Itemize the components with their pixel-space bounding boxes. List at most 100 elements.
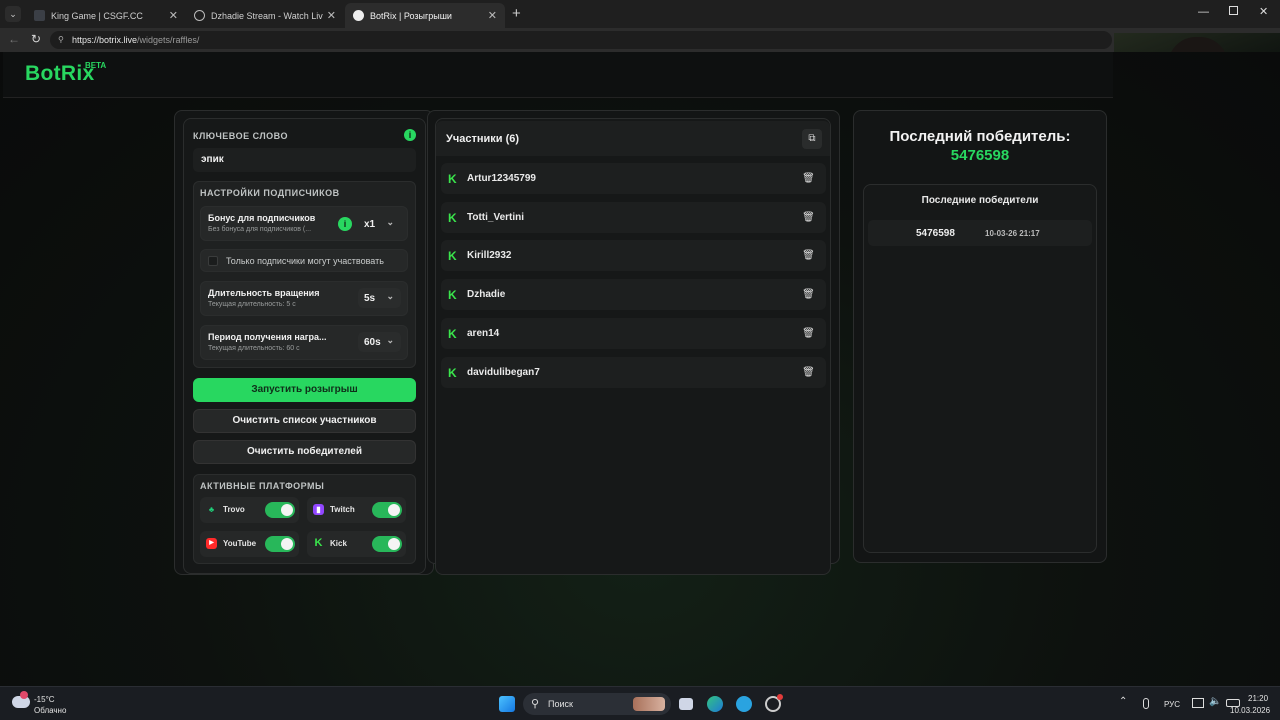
claim-period-description: Текущая длительность: 60 с (208, 345, 300, 352)
new-tab-plus-icon[interactable]: + (512, 5, 521, 22)
tab-list-chevron-icon[interactable]: ⌄ (5, 6, 21, 22)
participant-name: davidulibegan7 (467, 366, 540, 378)
app-notification-dot (777, 694, 783, 700)
trash-icon[interactable]: 🗑 (799, 208, 818, 227)
kick-icon: K (448, 326, 457, 341)
back-arrow-icon[interactable]: ← (8, 32, 20, 46)
spin-duration-value: 5s (364, 293, 376, 304)
keyword-input[interactable]: эпик (193, 148, 416, 172)
claim-period-value: 60s (364, 337, 381, 348)
telegram-icon[interactable] (736, 696, 752, 712)
site-info-icon[interactable]: ⚲ (58, 35, 64, 44)
platform-name: Trovo (223, 505, 245, 514)
clock-time[interactable]: 21:20 (1248, 694, 1268, 703)
kick-icon: K (314, 537, 323, 549)
task-view-icon[interactable] (679, 698, 693, 710)
kick-icon: K (448, 288, 457, 303)
copy-icon[interactable]: ⧉ (802, 129, 822, 149)
browser-tab-bar: ⌄ King Game | CSGF.CC ✕ Dzhadie Stream -… (0, 0, 1280, 28)
bonus-info-icon[interactable]: i (338, 217, 352, 231)
close-icon[interactable]: ✕ (169, 9, 178, 22)
weather-desc: Облачно (34, 706, 67, 715)
taskbar-search-label: Поиск (548, 699, 573, 709)
browser-address-bar: ← ↻ ⚲ https://botrix.live/widgets/raffle… (0, 28, 1280, 52)
platform-name: YouTube (223, 539, 257, 548)
participant-row: Kdavidulibegan7 🗑 (441, 356, 826, 388)
trash-icon[interactable]: 🗑 (799, 169, 818, 188)
youtube-toggle[interactable] (265, 536, 295, 552)
restore-icon[interactable] (1229, 6, 1238, 15)
platform-name: Twitch (330, 505, 355, 514)
windows-start-icon[interactable] (499, 696, 515, 712)
chevron-down-icon: ⌄ (386, 217, 394, 227)
participant-name: Totti_Vertini (467, 211, 525, 223)
recent-winner-row: 5476598 10-03-26 21:17 (868, 220, 1092, 246)
tab-botrix-raffles[interactable]: BotRix | Розыгрыши ✕ (345, 3, 505, 28)
beta-badge: BETA (85, 61, 107, 70)
trovo-icon: ♣ (208, 505, 215, 514)
spin-duration-select[interactable]: 5s ⌄ (358, 288, 401, 308)
kick-toggle[interactable] (372, 536, 402, 552)
kick-icon: K (448, 172, 457, 186)
weather-temp: -15°C (34, 695, 55, 704)
clear-winners-button[interactable]: Очистить победителей (193, 440, 416, 464)
site-header: BotRix BETA (3, 52, 1113, 98)
spin-duration-label: Длительность вращения (208, 288, 320, 298)
language-indicator[interactable]: РУС (1164, 700, 1180, 709)
spin-duration-description: Текущая длительность: 5 с (208, 301, 296, 308)
trovo-toggle[interactable] (265, 502, 295, 518)
edge-browser-icon[interactable] (707, 696, 723, 712)
chevron-down-icon: ⌄ (386, 291, 394, 301)
url-field[interactable]: ⚲ https://botrix.live/widgets/raffles/ (50, 31, 1112, 49)
tab-favicon (34, 10, 45, 21)
participants-title: Участники (6) (446, 133, 520, 145)
bonus-select-value: x1 (364, 219, 376, 230)
clock-date[interactable]: 10.03.2026 (1230, 706, 1270, 715)
search-icon: ⚲ (531, 698, 540, 710)
tab-king-game[interactable]: King Game | CSGF.CC ✕ (26, 3, 186, 28)
bonus-select[interactable]: x1 ⌄ (358, 214, 401, 234)
platform-kick: K Kick (307, 531, 406, 557)
window-close-icon[interactable]: ✕ (1259, 5, 1268, 18)
start-raffle-button[interactable]: Запустить розыгрыш (193, 378, 416, 402)
participant-row: K Artur12345799 🗑 (441, 163, 826, 194)
subs-only-checkbox[interactable] (208, 256, 218, 266)
participant-name: Artur12345799 (467, 173, 536, 184)
tab-dzhadie-stream[interactable]: Dzhadie Stream - Watch Live on K ✕ (186, 3, 344, 28)
claim-period-label: Период получения награ... (208, 332, 327, 342)
reload-icon[interactable]: ↻ (31, 32, 41, 46)
chevron-up-icon[interactable]: ⌃ (1119, 696, 1127, 707)
recent-winners-title: Последние победители (921, 195, 1039, 206)
microphone-icon[interactable] (1143, 698, 1149, 709)
recent-winner-name: 5476598 (916, 228, 955, 239)
participant-row: K Dzhadie 🗑 (441, 279, 826, 311)
participant-name: Kirill2932 (467, 250, 512, 262)
tab-title: BotRix | Розыгрыши (370, 10, 452, 21)
twitch-icon: ▮ (313, 504, 324, 515)
weather-alert-badge (20, 691, 28, 699)
youtube-icon: ▶ (206, 538, 217, 549)
platform-youtube: ▶ YouTube (200, 531, 299, 557)
twitch-toggle[interactable] (372, 502, 402, 518)
platform-name: Kick (330, 539, 347, 548)
trash-icon[interactable]: 🗑 (799, 363, 818, 382)
url-host: https://botrix.live (72, 35, 138, 45)
keyword-info-icon[interactable]: i (404, 129, 416, 141)
taskbar-search[interactable]: ⚲ Поиск (523, 693, 671, 715)
volume-icon[interactable]: 🔈 (1209, 696, 1221, 707)
chevron-down-icon: ⌄ (386, 335, 394, 345)
minimize-icon[interactable]: — (1198, 6, 1209, 18)
kick-icon: K (448, 210, 457, 225)
trash-icon[interactable]: 🗑 (799, 324, 818, 343)
bonus-description: Без бонуса для подписчиков (... (208, 226, 312, 233)
bonus-label: Бонус для подписчиков (208, 213, 316, 223)
kick-icon: K (448, 365, 457, 380)
claim-period-select[interactable]: 60s ⌄ (358, 332, 401, 352)
keyword-label: КЛЮЧЕВОЕ СЛОВО (193, 131, 288, 141)
trash-icon[interactable]: 🗑 (799, 285, 818, 304)
trash-icon[interactable]: 🗑 (799, 246, 818, 265)
close-icon[interactable]: ✕ (327, 9, 336, 22)
close-icon[interactable]: ✕ (488, 9, 497, 22)
network-icon[interactable] (1192, 698, 1204, 708)
clear-participants-button[interactable]: Очистить список участников (193, 409, 416, 433)
